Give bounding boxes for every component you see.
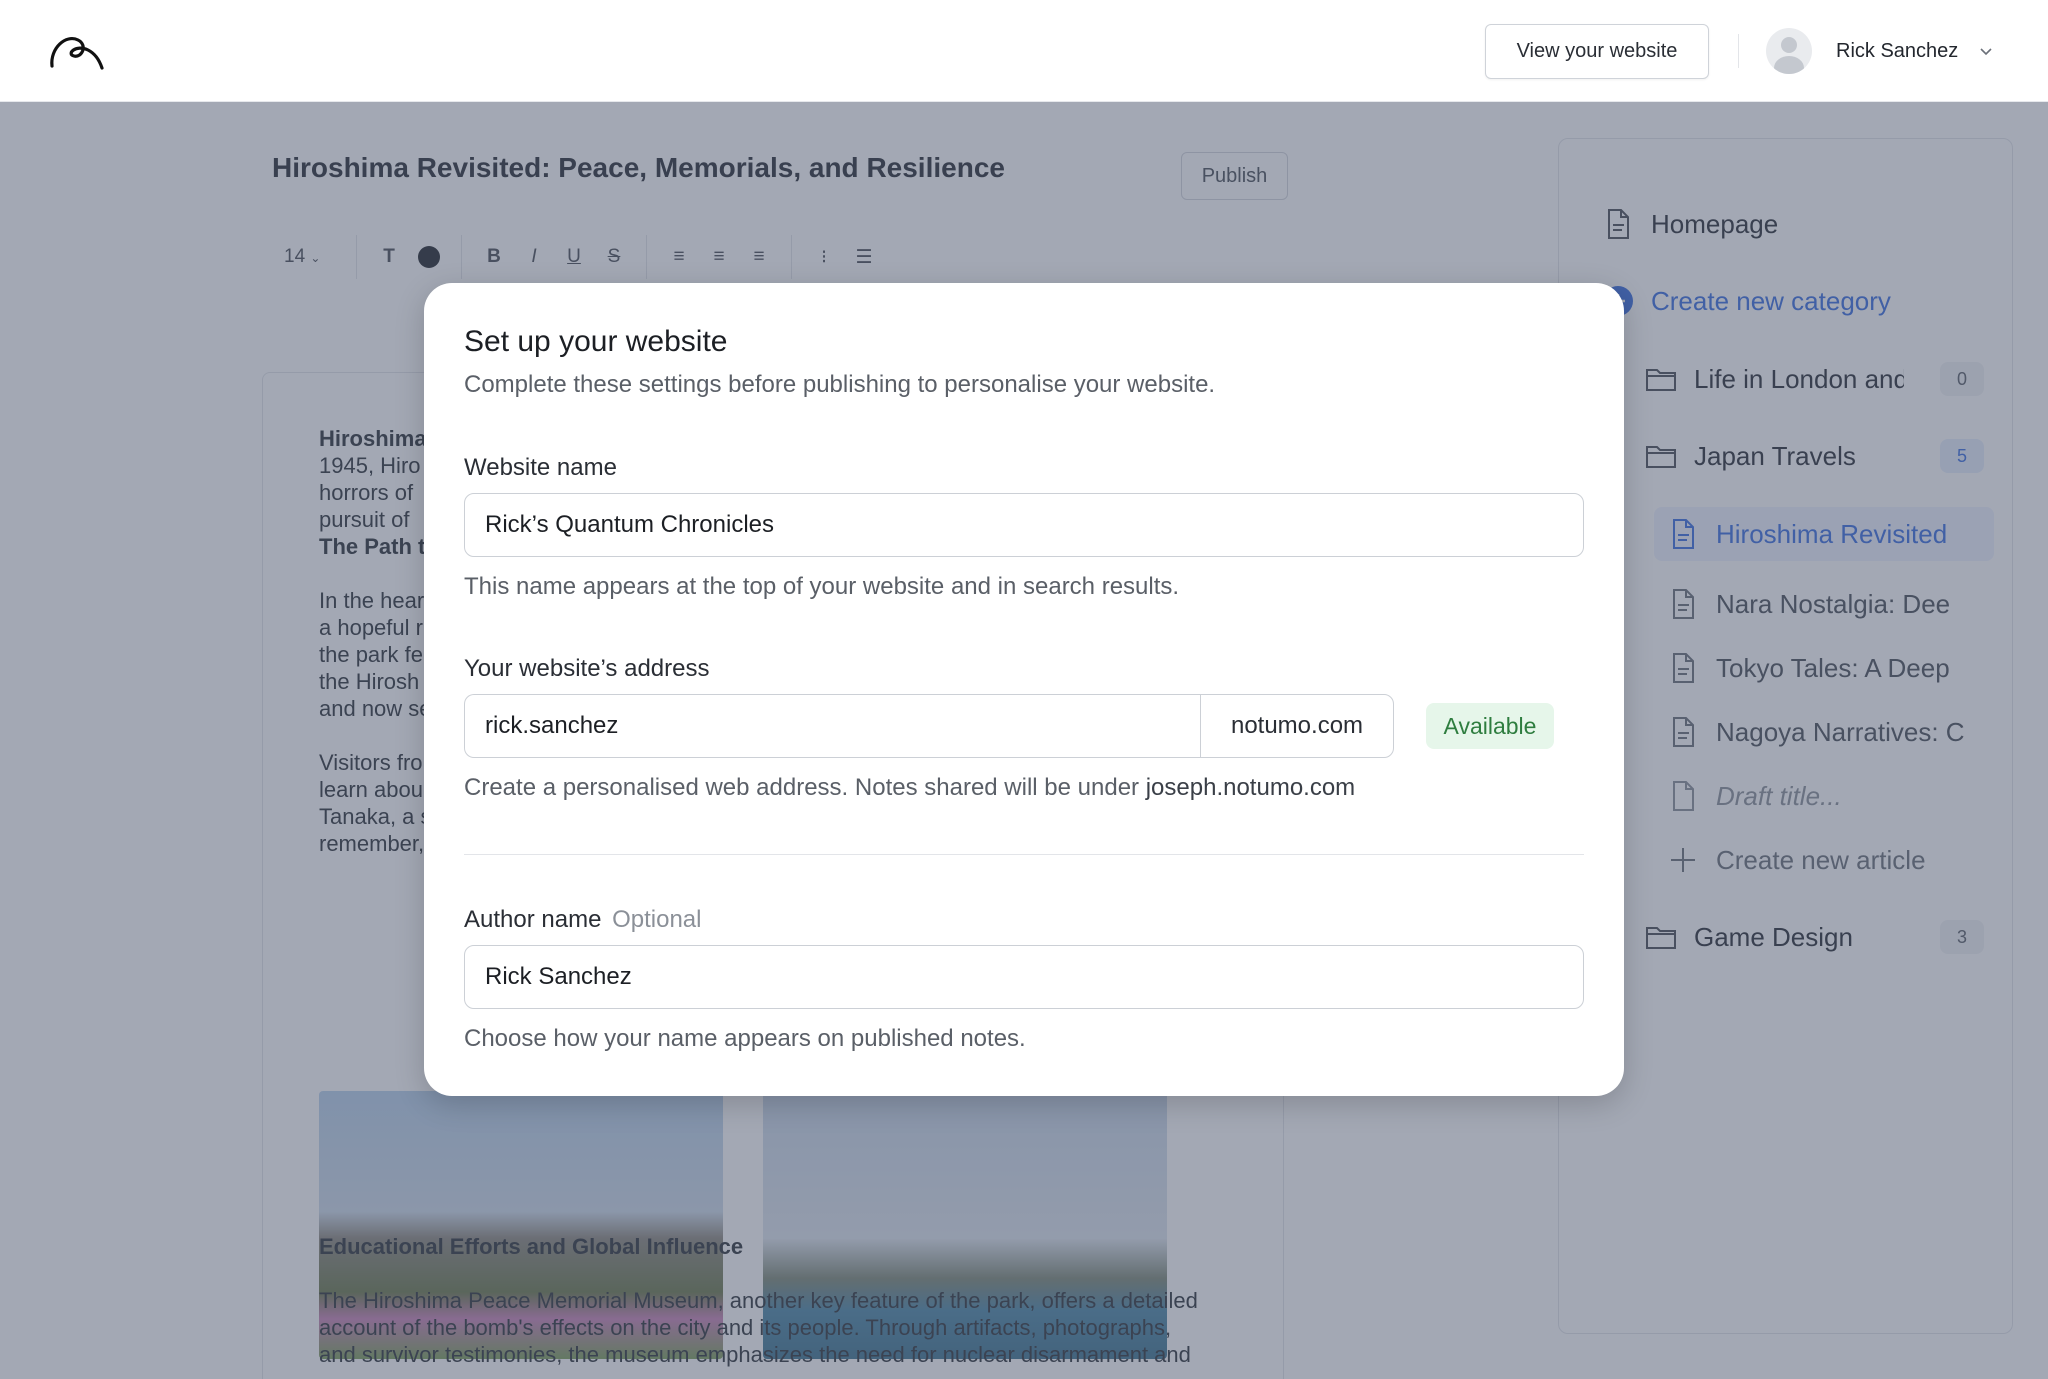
address-field: rick.sanchez notumo.com Available bbox=[464, 694, 1624, 758]
author-name-input[interactable]: Rick Sanchez bbox=[464, 945, 1584, 1009]
dialog-title: Set up your website bbox=[464, 325, 728, 358]
author-name-help: Choose how your name appears on publishe… bbox=[464, 1025, 1026, 1052]
divider bbox=[464, 854, 1584, 855]
domain-suffix: notumo.com bbox=[1200, 694, 1394, 758]
address-label: Your website’s address bbox=[464, 655, 710, 682]
user-menu[interactable]: Rick Sanchez bbox=[1766, 27, 1994, 75]
address-help: Create a personalised web address. Notes… bbox=[464, 774, 1356, 801]
availability-badge: Available bbox=[1426, 703, 1554, 749]
subdomain-input[interactable]: rick.sanchez bbox=[464, 694, 1200, 758]
chevron-down-icon[interactable] bbox=[1978, 43, 1994, 59]
website-name-help: This name appears at the top of your web… bbox=[464, 573, 1180, 600]
topbar-divider bbox=[1738, 34, 1739, 68]
website-name-input[interactable]: Rick’s Quantum Chronicles bbox=[464, 493, 1584, 557]
user-name: Rick Sanchez bbox=[1836, 39, 1959, 62]
website-name-label: Website name bbox=[464, 454, 617, 481]
top-bar: View your website Rick Sanchez bbox=[0, 0, 2048, 102]
example-address: joseph.notumo.com bbox=[1145, 774, 1356, 801]
avatar[interactable] bbox=[1766, 28, 1812, 74]
author-name-label: Author name Optional bbox=[464, 906, 702, 933]
app-logo-icon[interactable] bbox=[46, 28, 106, 76]
website-setup-dialog: Set up your website Complete these setti… bbox=[424, 283, 1624, 1096]
optional-tag: Optional bbox=[612, 906, 702, 933]
dialog-subtitle: Complete these settings before publishin… bbox=[464, 371, 1216, 398]
view-website-button[interactable]: View your website bbox=[1485, 24, 1709, 79]
